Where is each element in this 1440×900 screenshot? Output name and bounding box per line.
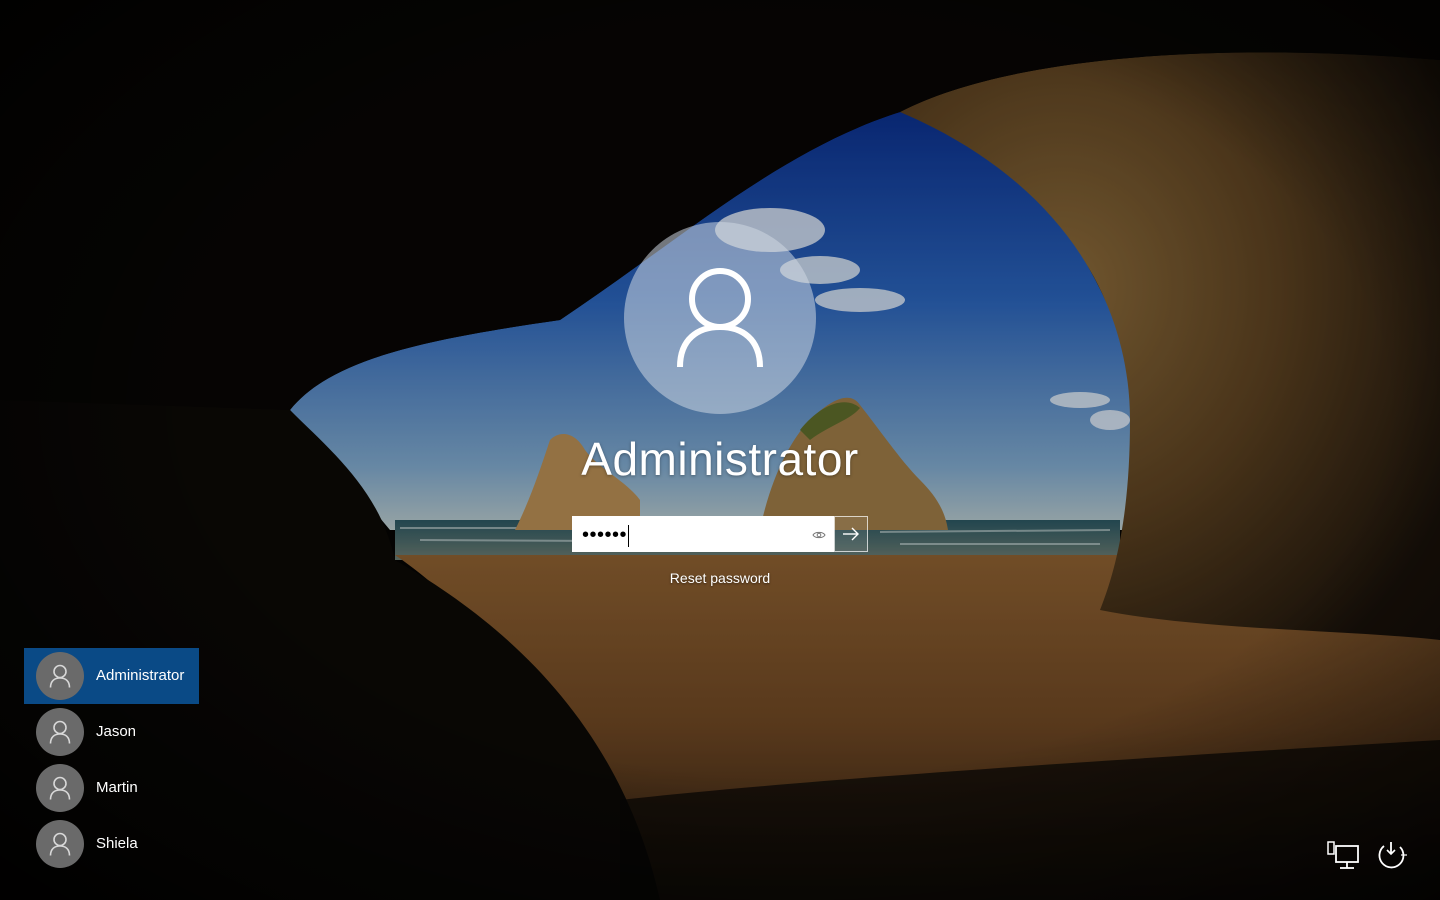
username-title: Administrator (581, 433, 859, 485)
user-item-avatar (36, 764, 84, 812)
user-item-label: Jason (96, 723, 137, 740)
user-item-label: Administrator (96, 667, 185, 684)
password-input[interactable]: •••••• (572, 516, 834, 552)
user-avatar (624, 222, 816, 414)
user-icon (49, 776, 71, 800)
eye-icon[interactable] (812, 528, 826, 542)
user-icon (49, 664, 71, 688)
user-item-avatar (36, 820, 84, 868)
user-switcher: Administrator Jason Martin Shiela (24, 648, 199, 872)
user-icon (49, 832, 71, 856)
network-icon[interactable] (1326, 838, 1360, 872)
user-item-martin[interactable]: Martin (24, 760, 199, 816)
user-item-avatar (36, 708, 84, 756)
user-icon (49, 720, 71, 744)
user-item-administrator[interactable]: Administrator (24, 648, 199, 704)
reset-password-link[interactable]: Reset password (570, 570, 870, 586)
text-caret (628, 524, 630, 547)
submit-button[interactable] (834, 516, 868, 552)
user-item-avatar (36, 652, 84, 700)
user-icon (677, 268, 763, 368)
user-item-label: Shiela (96, 835, 138, 852)
arrow-right-icon (843, 527, 859, 541)
password-value: •••••• (582, 524, 630, 547)
lock-screen: Administrator •••••• Reset password Admi… (0, 0, 1440, 900)
password-row: •••••• (572, 516, 868, 552)
user-item-label: Martin (96, 779, 138, 796)
user-item-jason[interactable]: Jason (24, 704, 199, 760)
user-item-shiela[interactable]: Shiela (24, 816, 199, 872)
power-icon[interactable] (1374, 838, 1408, 872)
